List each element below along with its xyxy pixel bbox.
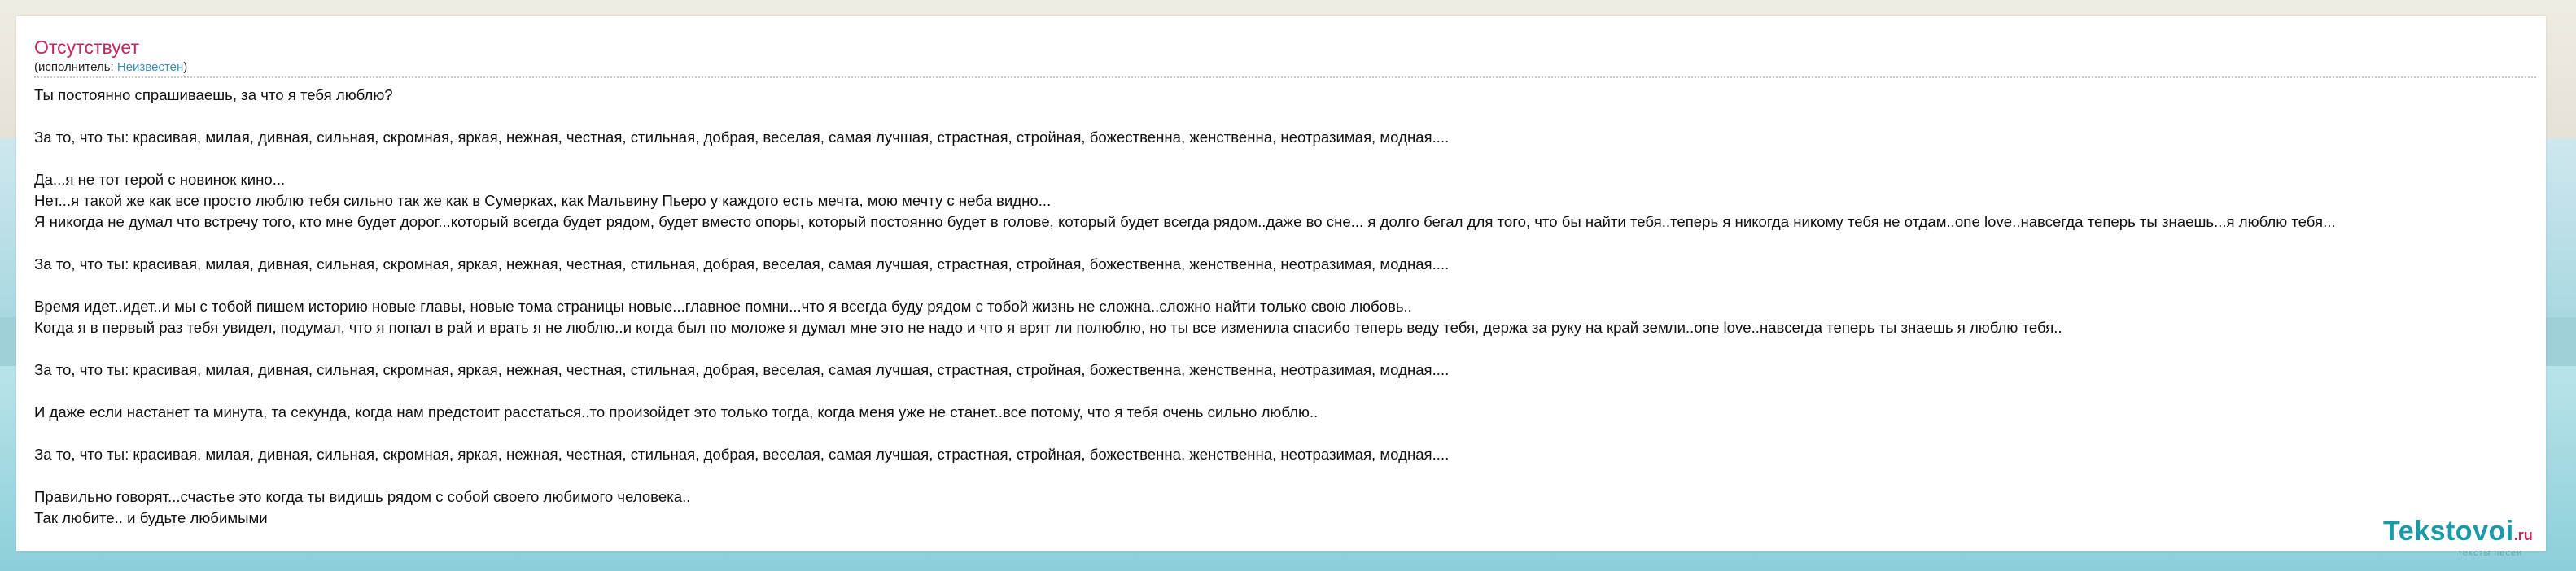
site-logo[interactable]: Tekstovoi.ru тексты песен — [2383, 516, 2576, 566]
lyric-line: Ты постоянно спрашиваешь, за что я тебя … — [34, 86, 393, 103]
lyric-line — [34, 233, 2576, 254]
lyric-line: Правильно говорят...счастье это когда ты… — [34, 488, 691, 505]
logo-name: Tekstovoi — [2383, 516, 2514, 547]
performer-link[interactable]: Неизвестен — [117, 60, 183, 74]
performer-suffix: ) — [183, 60, 188, 74]
performer-line: (исполнитель: Неизвестен) — [34, 60, 187, 75]
lyric-line: За то, что ты: красивая, милая, дивная, … — [34, 361, 1450, 378]
lyrics-text: Ты постоянно спрашиваешь, за что я тебя … — [34, 85, 2576, 529]
lyric-line: Да...я не тот герой с новинок кино... — [34, 171, 286, 188]
lyric-line: Когда я в первый раз тебя увидел, подума… — [34, 319, 2062, 336]
song-title: Отсутствует — [34, 37, 139, 58]
lyric-line: За то, что ты: красивая, милая, дивная, … — [34, 129, 1450, 146]
lyric-line — [34, 338, 2576, 360]
lyric-line — [34, 148, 2576, 169]
lyric-line — [34, 106, 2576, 127]
lyric-line: За то, что ты: красивая, милая, дивная, … — [34, 446, 1450, 463]
lyric-line: Время идет..идет..и мы с тобой пишем ист… — [34, 298, 1412, 315]
lyric-line: За то, что ты: красивая, милая, дивная, … — [34, 255, 1450, 272]
lyric-line — [34, 275, 2576, 296]
logo-tagline: тексты песен — [2458, 548, 2523, 558]
logo-tld: .ru — [2513, 527, 2533, 543]
performer-prefix: (исполнитель: — [34, 60, 117, 74]
lyric-line — [34, 423, 2576, 444]
lyric-line — [34, 381, 2576, 402]
lyric-line: Так любите.. и будьте любимыми — [34, 509, 268, 526]
title-separator — [34, 76, 2536, 78]
lyrics-panel: Отсутствует (исполнитель: Неизвестен) Ты… — [16, 16, 2546, 558]
lyric-line: Я никогда не думал что встречу того, кто… — [34, 213, 2336, 230]
lyric-line: Нет...я такой же как все просто люблю те… — [34, 192, 1052, 209]
lyric-line: И даже если настанет та минута, та секун… — [34, 403, 1319, 421]
lyric-line — [34, 465, 2576, 486]
